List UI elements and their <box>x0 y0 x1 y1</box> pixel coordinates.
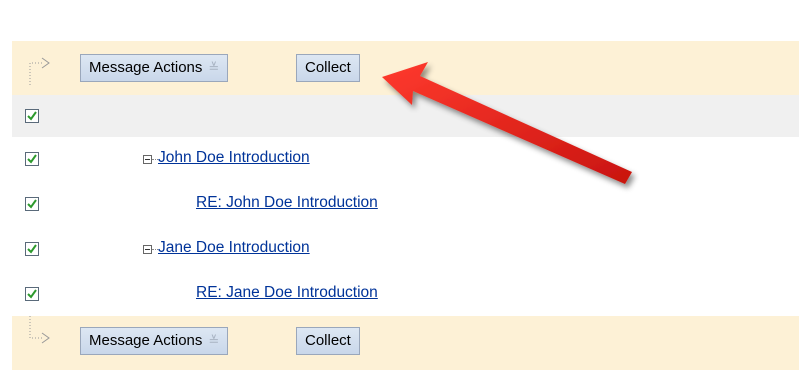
reply-link[interactable]: RE: John Doe Introduction <box>196 194 378 212</box>
collect-button-bottom[interactable]: Collect <box>296 327 360 355</box>
bottom-action-bar: Message Actions ≚ Collect <box>12 316 799 370</box>
row-checkbox[interactable] <box>25 242 39 256</box>
tree-connector-icon <box>29 57 50 85</box>
tree-connector-icon <box>29 316 50 344</box>
message-actions-button-top[interactable]: Message Actions ≚ <box>80 54 229 82</box>
table-row: RE: John Doe Introduction <box>12 182 799 228</box>
collect-label: Collect <box>305 59 351 76</box>
message-actions-label: Message Actions <box>89 332 203 349</box>
table-header-row <box>12 95 799 138</box>
top-action-bar: Message Actions ≚ Collect <box>12 41 799 95</box>
message-actions-label: Message Actions <box>89 59 203 76</box>
checkmark-icon <box>27 244 37 254</box>
row-checkbox[interactable] <box>25 287 39 301</box>
table-row: Jane Doe Introduction <box>12 227 799 273</box>
collect-button-top[interactable]: Collect <box>296 54 360 82</box>
table-row: RE: Jane Doe Introduction <box>12 272 799 318</box>
table-row: John Doe Introduction <box>12 137 799 183</box>
collapse-toggle-icon[interactable] <box>143 155 152 164</box>
collapse-toggle-icon[interactable] <box>143 245 152 254</box>
thread-link[interactable]: John Doe Introduction <box>158 149 310 167</box>
thread-link[interactable]: Jane Doe Introduction <box>158 239 310 257</box>
row-checkbox[interactable] <box>25 197 39 211</box>
checkmark-icon <box>27 154 37 164</box>
chevron-down-icon: ≚ <box>208 333 220 348</box>
checkmark-icon <box>27 289 37 299</box>
checkmark-icon <box>27 111 37 121</box>
row-checkbox[interactable] <box>25 152 39 166</box>
select-all-checkbox[interactable] <box>25 109 39 123</box>
message-actions-button-bottom[interactable]: Message Actions ≚ <box>80 327 229 355</box>
collect-label: Collect <box>305 332 351 349</box>
checkmark-icon <box>27 199 37 209</box>
chevron-down-icon: ≚ <box>208 60 220 75</box>
reply-link[interactable]: RE: Jane Doe Introduction <box>196 284 378 302</box>
